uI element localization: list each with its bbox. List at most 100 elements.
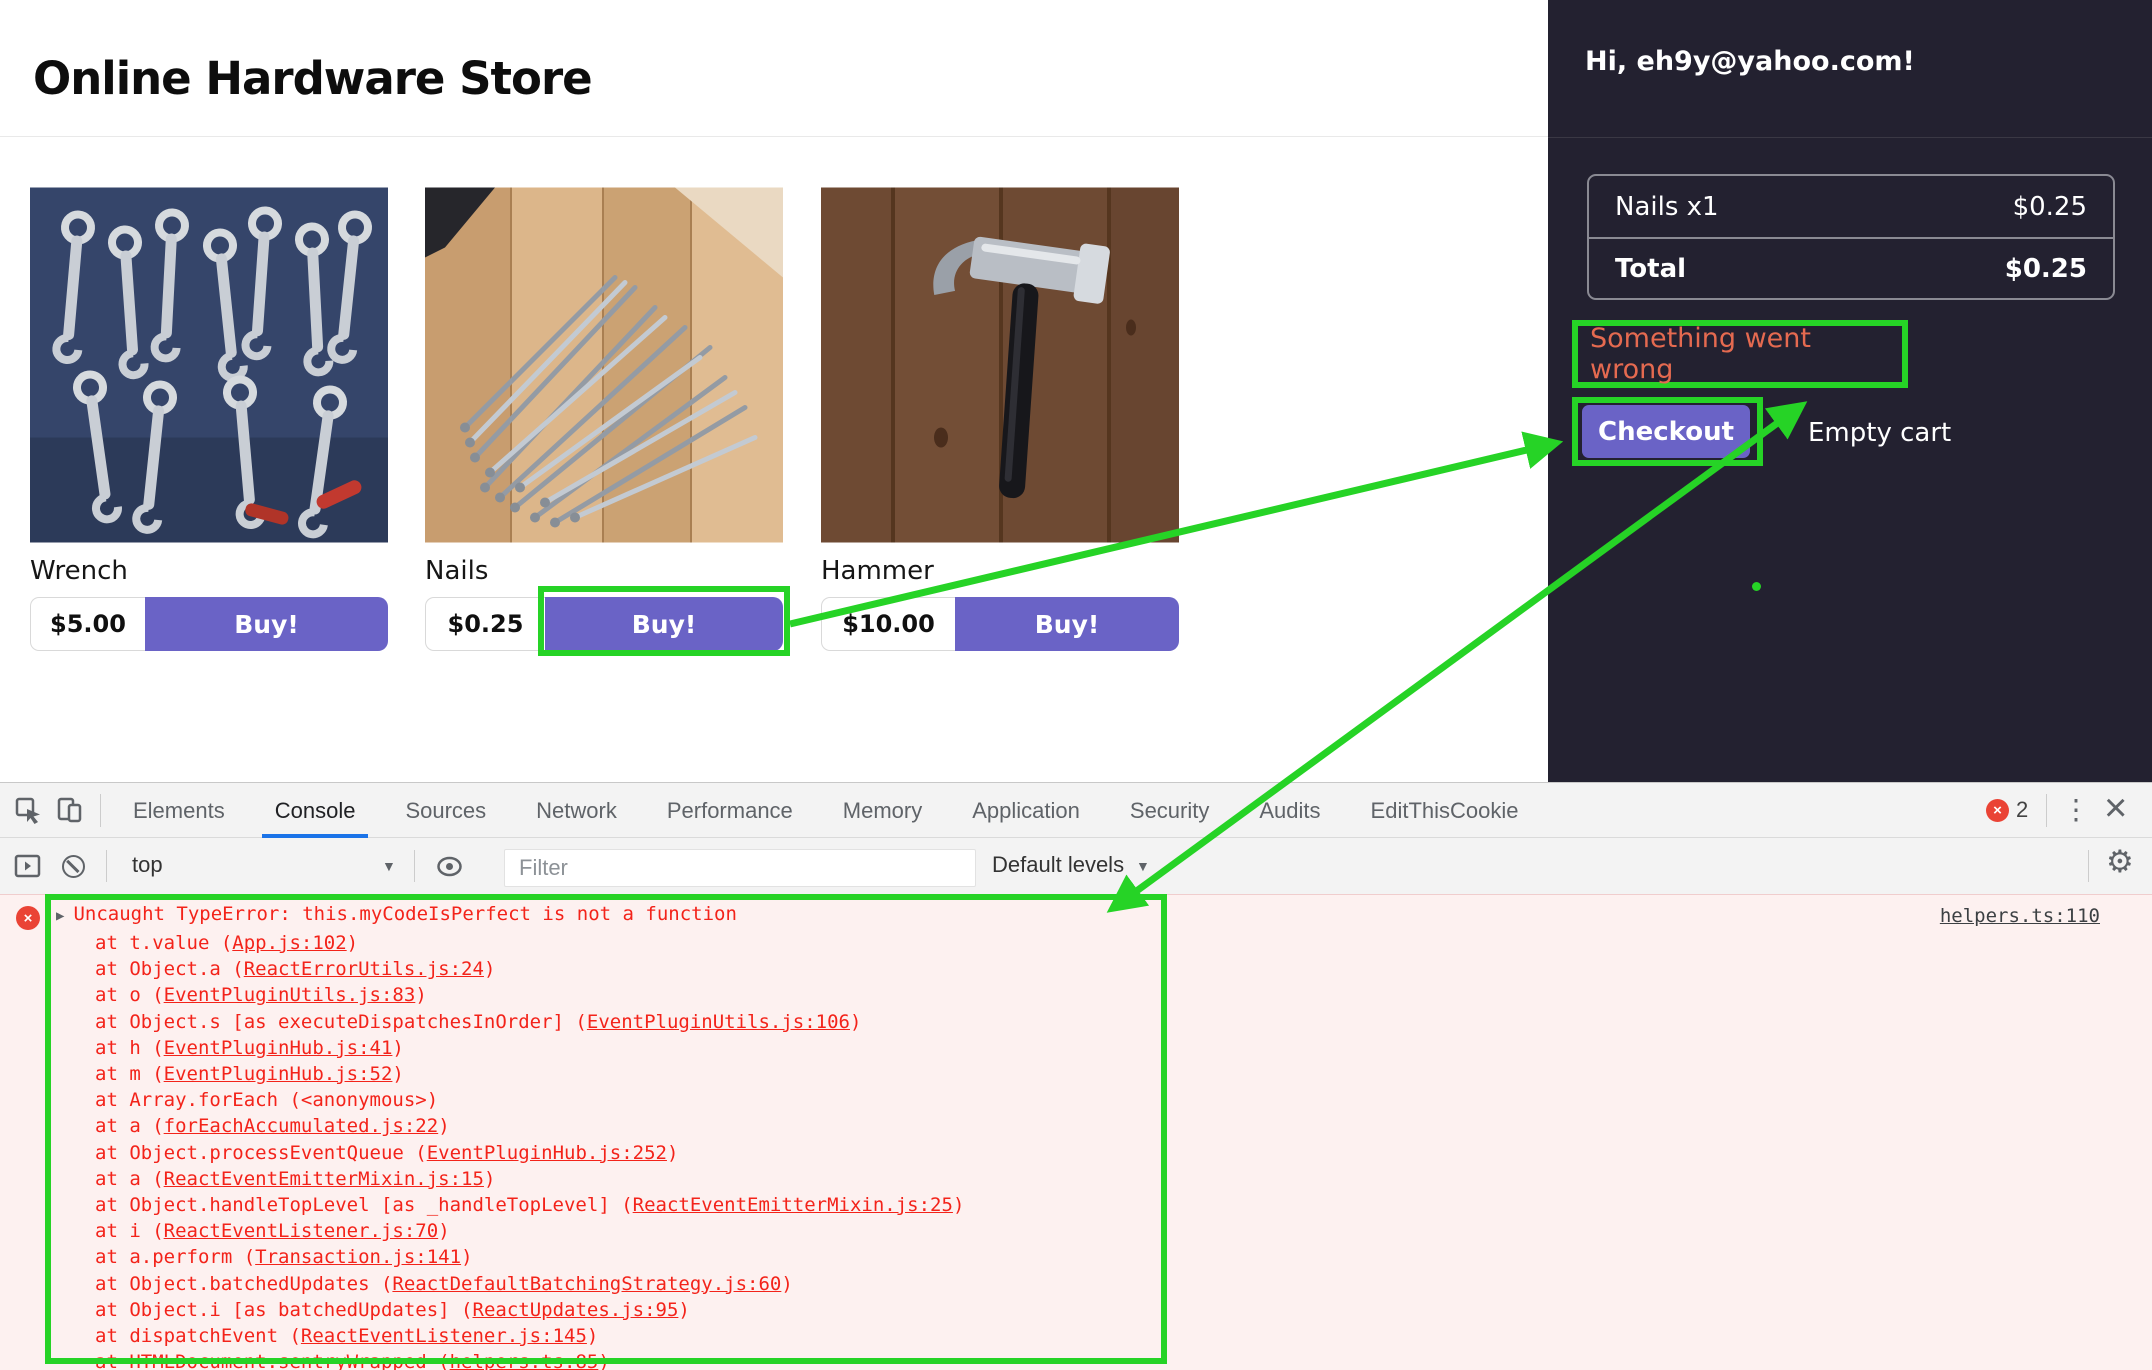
console-error-title: ▶Uncaught TypeError: this.myCodeIsPerfec… — [56, 903, 737, 925]
page: Online Hardware Store — [0, 0, 2152, 1370]
stack-frame-source-link[interactable]: ReactErrorUtils.js:24 — [244, 958, 484, 980]
tab-application[interactable]: Application — [947, 783, 1105, 838]
stack-frame-source-link[interactable]: App.js:102 — [232, 932, 346, 954]
stack-frame: at Object.a (ReactErrorUtils.js:24) — [95, 956, 964, 982]
stack-frame: at Object.i [as batchedUpdates] (ReactUp… — [95, 1297, 964, 1323]
header-divider — [0, 136, 1548, 137]
tab-memory[interactable]: Memory — [818, 783, 947, 838]
tabbar-divider — [2046, 794, 2047, 827]
stack-frame-source-link[interactable]: ReactDefaultBatchingStrategy.js:60 — [392, 1273, 781, 1295]
stack-frame: at i (ReactEventListener.js:70) — [95, 1218, 964, 1244]
hammer-product-image — [821, 187, 1179, 543]
buy-button-nails[interactable]: Buy! — [545, 597, 783, 651]
product-price: $10.00 — [821, 597, 955, 651]
error-circle-icon: × — [16, 906, 40, 930]
nails-product-image — [425, 187, 783, 543]
tab-audits[interactable]: Audits — [1234, 783, 1345, 838]
tab-console[interactable]: Console — [250, 783, 381, 838]
devtools-panel: ElementsConsoleSourcesNetworkPerformance… — [0, 782, 2152, 1370]
toolbar-divider — [2088, 850, 2089, 882]
cart-summary-table: Nails x1 $0.25 Total $0.25 — [1587, 174, 2115, 300]
toolbar-divider — [106, 850, 107, 882]
console-toolbar: top ▼ Default levels ▼ ⚙ — [0, 839, 2152, 894]
price-buy-row: $0.25 Buy! — [425, 597, 783, 651]
cart-total-row: Total $0.25 — [1589, 237, 2113, 298]
stack-frame: at Object.processEventQueue (EventPlugin… — [95, 1140, 964, 1166]
stack-frame-source-link[interactable]: ReactEventEmitterMixin.js:25 — [633, 1194, 953, 1216]
cart-item-price: $0.25 — [2013, 192, 2087, 222]
stack-trace: at t.value (App.js:102)at Object.a (Reac… — [95, 930, 964, 1370]
buy-button-wrench[interactable]: Buy! — [145, 597, 388, 651]
stack-frame-source-link[interactable]: EventPluginHub.js:252 — [427, 1142, 667, 1164]
stack-frame-source-link[interactable]: helpers.ts:85 — [450, 1351, 599, 1370]
toolbar-divider — [414, 850, 415, 882]
empty-cart-button[interactable]: Empty cart — [1808, 418, 1951, 448]
stack-frame-source-link[interactable]: ReactUpdates.js:95 — [473, 1299, 679, 1321]
stack-frame: at Object.batchedUpdates (ReactDefaultBa… — [95, 1271, 964, 1297]
stack-frame-source-link[interactable]: EventPluginUtils.js:106 — [587, 1011, 850, 1033]
stack-frame-source-link[interactable]: EventPluginHub.js:52 — [164, 1063, 393, 1085]
clear-console-icon[interactable] — [62, 855, 85, 878]
buy-button-hammer[interactable]: Buy! — [955, 597, 1179, 651]
tab-sources[interactable]: Sources — [380, 783, 511, 838]
tab-editthiscookie[interactable]: EditThisCookie — [1346, 783, 1544, 838]
more-options-icon[interactable]: ⋮ — [2062, 790, 2090, 830]
page-title: Online Hardware Store — [33, 52, 592, 105]
expand-triangle-icon[interactable]: ▶ — [56, 908, 64, 924]
user-greeting: Hi, eh9y@yahoo.com! — [1585, 46, 1915, 77]
chevron-down-icon[interactable]: ▼ — [382, 858, 396, 874]
annotation-dot — [1752, 582, 1761, 591]
stack-frame-source-link[interactable]: EventPluginUtils.js:83 — [164, 984, 416, 1006]
product-price: $0.25 — [425, 597, 545, 651]
price-buy-row: $10.00 Buy! — [821, 597, 1179, 651]
error-source-link[interactable]: helpers.ts:110 — [1940, 905, 2100, 927]
stack-frame-source-link[interactable]: ReactEventListener.js:145 — [301, 1325, 587, 1347]
product-name: Hammer — [821, 556, 1179, 586]
stack-frame-source-link[interactable]: Transaction.js:141 — [255, 1246, 461, 1268]
cart-item-label: Nails x1 — [1615, 192, 1719, 222]
wrench-product-image — [30, 187, 388, 543]
console-sidebar-icon[interactable] — [14, 853, 41, 879]
panel-divider — [1548, 137, 2152, 138]
stack-frame: at a (forEachAccumulated.js:22) — [95, 1113, 964, 1139]
stack-frame-source-link[interactable]: ReactEventEmitterMixin.js:15 — [164, 1168, 484, 1190]
live-expression-eye-icon[interactable] — [436, 855, 463, 878]
stack-frame: at h (EventPluginHub.js:41) — [95, 1035, 964, 1061]
error-count: 2 — [2016, 797, 2028, 823]
inspect-element-icon[interactable] — [15, 797, 42, 824]
devtools-tabs: ElementsConsoleSourcesNetworkPerformance… — [108, 783, 1543, 838]
cart-total-label: Total — [1615, 254, 1686, 284]
product-card-wrench: Wrench $5.00 Buy! — [30, 187, 388, 651]
stack-frame: at dispatchEvent (ReactEventListener.js:… — [95, 1323, 964, 1349]
stack-frame-source-link[interactable]: EventPluginHub.js:41 — [164, 1037, 393, 1059]
checkout-button[interactable]: Checkout — [1582, 405, 1750, 458]
stack-frame: at a (ReactEventEmitterMixin.js:15) — [95, 1166, 964, 1192]
stack-frame: at t.value (App.js:102) — [95, 930, 964, 956]
stack-frame-source-link[interactable]: forEachAccumulated.js:22 — [164, 1115, 439, 1137]
stack-frame: at Object.handleTopLevel [as _handleTopL… — [95, 1192, 964, 1218]
stack-frame: at a.perform (Transaction.js:141) — [95, 1244, 964, 1270]
cart-total-price: $0.25 — [2005, 254, 2087, 284]
console-filter-input[interactable] — [504, 849, 976, 887]
devtools-tabbar: ElementsConsoleSourcesNetworkPerformance… — [0, 783, 2152, 838]
chevron-down-icon[interactable]: ▼ — [1136, 858, 1150, 874]
tab-security[interactable]: Security — [1105, 783, 1234, 838]
tab-elements[interactable]: Elements — [108, 783, 250, 838]
log-levels-selector[interactable]: Default levels — [992, 852, 1124, 878]
stack-frame: at HTMLDocument.sentryWrapped (helpers.t… — [95, 1349, 964, 1370]
execution-context-selector[interactable]: top — [132, 852, 163, 878]
product-name: Wrench — [30, 556, 388, 586]
stack-frame: at o (EventPluginUtils.js:83) — [95, 982, 964, 1008]
settings-gear-icon[interactable]: ⚙ — [2106, 844, 2134, 880]
console-messages: × helpers.ts:110 ▶Uncaught TypeError: th… — [0, 894, 2152, 1370]
tabbar-divider — [100, 794, 101, 827]
product-name: Nails — [425, 556, 783, 586]
tab-performance[interactable]: Performance — [642, 783, 818, 838]
error-badge-icon: × — [1986, 799, 2009, 822]
tab-network[interactable]: Network — [511, 783, 642, 838]
close-icon[interactable]: × — [2104, 781, 2127, 836]
stack-frame-source-link[interactable]: ReactEventListener.js:70 — [164, 1220, 439, 1242]
price-buy-row: $5.00 Buy! — [30, 597, 388, 651]
device-toolbar-icon[interactable] — [56, 797, 83, 824]
stack-frame: at Array.forEach (<anonymous>) — [95, 1087, 964, 1113]
